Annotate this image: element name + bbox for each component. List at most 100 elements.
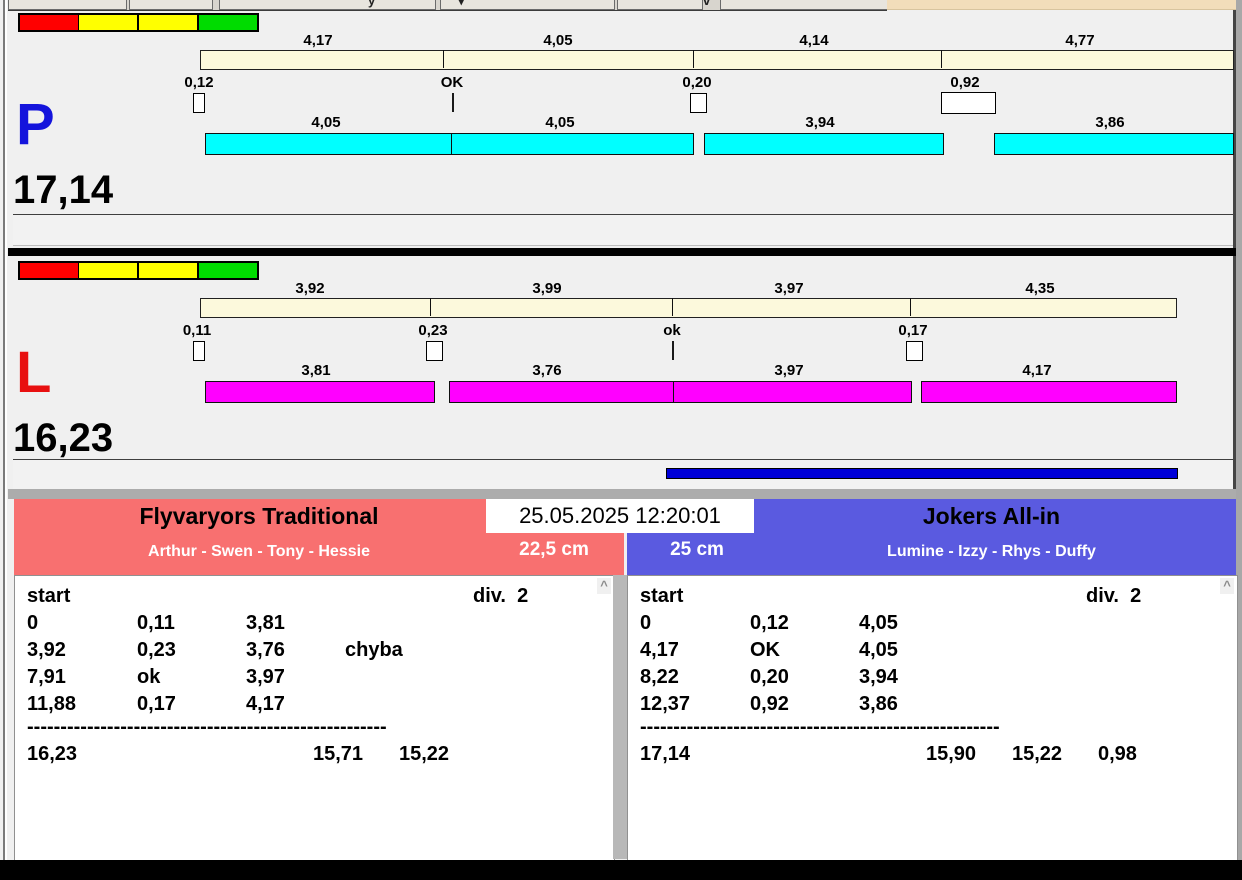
toolbar-button[interactable] (440, 0, 615, 10)
gap-tick-marker (193, 341, 205, 361)
lap-bar-segment (451, 133, 694, 155)
scrollbar-up-icon[interactable]: ^ (1220, 578, 1234, 594)
status-quad-segment (198, 261, 259, 280)
toolbar-glyph: y (368, 0, 376, 8)
log-cell: 11,88 (27, 693, 76, 715)
lane-letter: P (16, 92, 55, 157)
split-time-label: 3,99 (532, 280, 562, 297)
log-cell: 0,17 (137, 693, 176, 715)
log-cell: ok (137, 666, 161, 688)
toolbar-button[interactable] (219, 0, 436, 10)
log-cell: 0,11 (137, 612, 175, 634)
log-separator: ----------------------------------------… (640, 716, 1000, 738)
lap-bar-segment (673, 381, 912, 403)
lap-bar-segment (994, 133, 1234, 155)
log-cell: 0 (27, 612, 39, 634)
lap-time-label: 3,76 (532, 362, 562, 379)
log-cell: 3,76 (246, 639, 285, 661)
log-total-cell: 15,71 (313, 743, 364, 765)
team-left-members: Arthur - Swen - Tony - Hessie (148, 543, 370, 560)
split-time-label: 4,17 (303, 32, 333, 49)
log-cell: OK (750, 639, 780, 661)
split-time-label: 3,92 (295, 280, 325, 297)
split-bar-divider (672, 298, 673, 316)
status-quad-segment (198, 13, 259, 32)
log-cell: 4,17 (640, 639, 679, 661)
log-cell: 0,12 (750, 612, 789, 634)
team-right-log-table: start div. 2 0 0,12 4,05 4,17 OK 4,05 8,22 0,20 3,… (627, 575, 1238, 861)
log-cell: 0,92 (750, 693, 789, 715)
toolbar-button[interactable] (8, 0, 127, 10)
team-right-members: Lumine - Izzy - Rhys - Duffy (887, 543, 1096, 560)
log-cell: 4,17 (246, 693, 285, 715)
log-start-label: start (640, 585, 684, 607)
team-left-name: Flyvaryors Traditional (139, 503, 379, 529)
gap-tick-line (452, 93, 454, 112)
gap-tick-marker (426, 341, 443, 361)
split-time-label: 4,05 (543, 32, 573, 49)
toolbar-glyph: v (703, 0, 711, 8)
lap-bar-segment (704, 133, 944, 155)
status-quad-segment (18, 261, 80, 280)
gap-time-label: 0,17 (898, 322, 928, 339)
log-cell: 0,23 (137, 639, 176, 661)
lap-time-label: 3,86 (1095, 114, 1125, 131)
lane-p-empty-strip (13, 214, 1233, 246)
table-gap (613, 575, 627, 859)
toolbar-strip: y ▾ v (8, 0, 887, 11)
lane-total-time: 17,14 (13, 168, 114, 212)
lap-bar-segment (205, 381, 435, 403)
gap-time-label: OK (440, 74, 464, 91)
split-bar-divider (910, 298, 911, 316)
log-div-label: div. 2 (1086, 585, 1142, 607)
split-bar-divider (941, 50, 942, 68)
lap-time-label: 3,94 (805, 114, 835, 131)
log-total-cell: 16,23 (27, 743, 78, 765)
log-cell: 3,81 (246, 612, 285, 634)
split-time-label: 4,77 (1065, 32, 1095, 49)
lap-time-label: 4,05 (311, 114, 341, 131)
status-quad-segment (78, 261, 139, 280)
lane-l-progress-strip (13, 459, 1233, 491)
log-cell: 0 (640, 612, 652, 634)
log-cell: 4,05 (859, 612, 898, 634)
log-cell: 7,91 (27, 666, 66, 688)
status-quad-segment (138, 261, 199, 280)
gap-tick-marker (690, 93, 707, 113)
log-total-cell: 0,98 (1098, 743, 1137, 765)
log-total-cell: 17,14 (640, 743, 691, 765)
lap-time-label: 3,97 (774, 362, 804, 379)
team-left-distance: 22,5 cm (519, 539, 589, 560)
toolbar-side-panel (887, 0, 1236, 10)
toolbar-glyph: ▾ (458, 0, 465, 8)
log-cell: 0,20 (750, 666, 789, 688)
toolbar-button[interactable] (720, 0, 887, 10)
gap-time-label: 0,92 (950, 74, 980, 91)
lane-l: 3,92 3,99 3,97 4,35 0,11 0,23 ok 0,17 3,81 3,76 3,… (0, 260, 1242, 460)
log-cell: 12,37 (640, 693, 691, 715)
toolbar-button[interactable] (617, 0, 703, 10)
bottom-black-bar (0, 860, 1242, 880)
section-divider (8, 248, 1236, 256)
log-cell: 4,05 (859, 639, 898, 661)
split-bar-divider (693, 50, 694, 68)
log-div-label: div. 2 (473, 585, 529, 607)
log-cell: 3,92 (27, 639, 66, 661)
gap-time-label: 0,11 (182, 322, 212, 339)
lane-p: 4,17 4,05 4,14 4,77 0,12 OK 0,20 0,92 4,05 4,05 3,… (0, 12, 1242, 212)
gap-time-label: ok (663, 322, 681, 339)
team-right-distance: 25 cm (670, 539, 724, 560)
gap-tick-marker (906, 341, 923, 361)
split-time-label: 4,14 (799, 32, 829, 49)
log-start-label: start (27, 585, 71, 607)
log-cell: 8,22 (640, 666, 679, 688)
lap-time-label: 3,81 (301, 362, 331, 379)
log-total-cell: 15,22 (1012, 743, 1063, 765)
gap-tick-marker (941, 92, 996, 114)
status-quad-segment (78, 13, 139, 32)
scrollbar-up-icon[interactable]: ^ (597, 578, 611, 594)
lane-total-time: 16,23 (13, 416, 114, 460)
status-quad-segment (138, 13, 199, 32)
lap-time-label: 4,17 (1022, 362, 1052, 379)
toolbar-button[interactable] (129, 0, 213, 10)
